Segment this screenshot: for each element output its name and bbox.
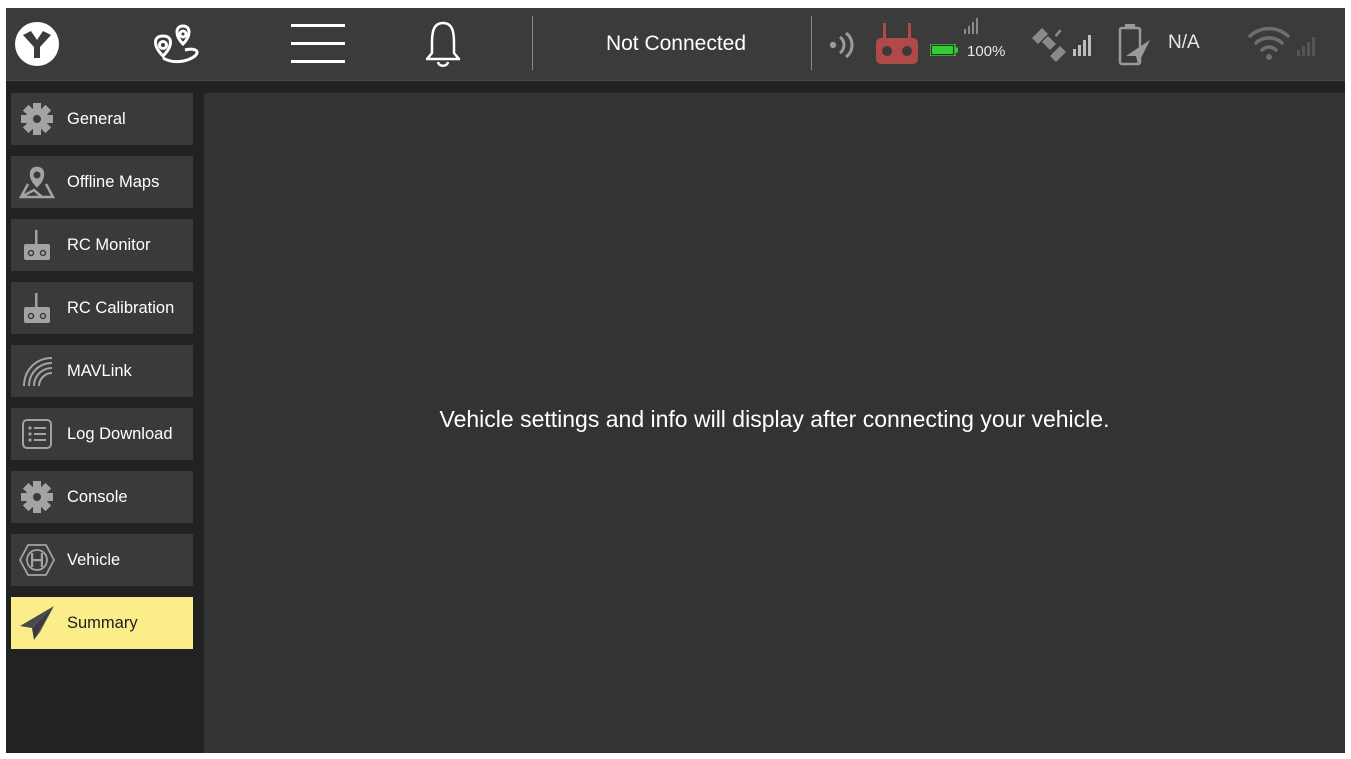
sidebar-item-label: MAVLink bbox=[67, 361, 132, 380]
connection-status[interactable]: Not Connected bbox=[541, 8, 811, 80]
map-pin-icon bbox=[11, 156, 63, 208]
vehicle-battery-icon[interactable] bbox=[1116, 22, 1152, 68]
notifications-bell-icon[interactable] bbox=[423, 19, 463, 69]
battery-percent: 100% bbox=[967, 43, 1006, 60]
gear-icon bbox=[11, 471, 63, 523]
toolbar-divider bbox=[811, 16, 812, 70]
battery-signal-icon bbox=[963, 16, 981, 34]
sidebar-item-offline-maps[interactable]: Offline Maps bbox=[11, 156, 193, 208]
list-icon bbox=[11, 408, 63, 460]
sidebar-item-label: RC Monitor bbox=[67, 235, 151, 254]
battery-icon[interactable] bbox=[930, 44, 958, 56]
rc-transmitter-icon[interactable] bbox=[874, 20, 920, 66]
sidebar-item-summary[interactable]: Summary bbox=[11, 597, 193, 649]
sidebar-item-label: RC Calibration bbox=[67, 298, 175, 317]
sidebar-item-rc-monitor[interactable]: RC Monitor bbox=[11, 219, 193, 271]
sidebar-item-label: General bbox=[67, 109, 126, 128]
sidebar-item-general[interactable]: General bbox=[11, 93, 193, 145]
app-window: Not Connected 100% N/A General Offline M… bbox=[6, 8, 1345, 753]
toolbar-divider bbox=[532, 16, 533, 70]
app-logo-icon[interactable] bbox=[14, 21, 60, 67]
menu-icon[interactable] bbox=[291, 24, 345, 64]
wifi-signal-icon bbox=[1296, 36, 1318, 56]
sidebar-item-rc-calibration[interactable]: RC Calibration bbox=[11, 282, 193, 334]
sidebar-item-label: Vehicle bbox=[67, 550, 121, 569]
hexagon-h-icon bbox=[11, 534, 63, 586]
sidebar-item-vehicle[interactable]: Vehicle bbox=[11, 534, 193, 586]
settings-content-panel: Vehicle settings and info will display a… bbox=[204, 93, 1345, 753]
wifi-icon[interactable] bbox=[1246, 22, 1296, 64]
paper-plane-icon bbox=[11, 597, 63, 649]
sidebar-item-mavlink[interactable]: MAVLink bbox=[11, 345, 193, 397]
rssi-icon[interactable] bbox=[824, 30, 862, 60]
vehicle-battery-value: N/A bbox=[1168, 32, 1200, 53]
settings-sidebar: General Offline Maps RC Monitor RC Calib… bbox=[6, 93, 200, 753]
sidebar-item-console[interactable]: Console bbox=[11, 471, 193, 523]
rc-icon bbox=[11, 219, 63, 271]
sidebar-item-log-download[interactable]: Log Download bbox=[11, 408, 193, 460]
signal-icon bbox=[11, 345, 63, 397]
rc-icon bbox=[11, 282, 63, 334]
sidebar-item-label: Offline Maps bbox=[67, 172, 160, 191]
sidebar-item-label: Summary bbox=[67, 613, 138, 632]
gps-signal-icon bbox=[1072, 34, 1094, 56]
plan-view-icon[interactable] bbox=[147, 20, 211, 68]
sidebar-item-label: Log Download bbox=[67, 424, 173, 443]
gps-icon[interactable] bbox=[1028, 24, 1072, 62]
sidebar-item-label: Console bbox=[67, 487, 128, 506]
top-toolbar: Not Connected 100% N/A bbox=[6, 8, 1345, 81]
gear-icon bbox=[11, 93, 63, 145]
no-vehicle-message: Vehicle settings and info will display a… bbox=[439, 406, 1110, 432]
